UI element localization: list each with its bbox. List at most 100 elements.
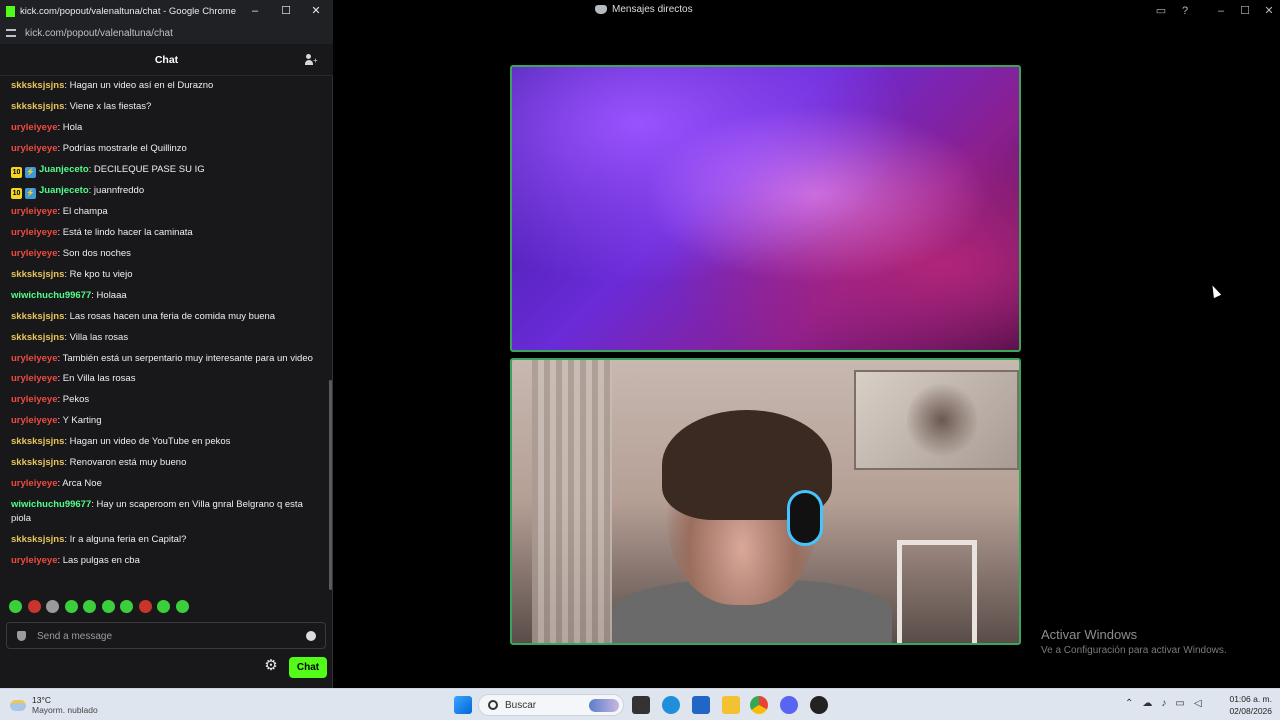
chat-username[interactable]: skksksjsjns	[11, 101, 64, 112]
edge-icon[interactable]	[662, 696, 680, 714]
emoji-icon[interactable]	[306, 631, 316, 641]
chat-message-text: Re kpo tu viejo	[69, 269, 133, 281]
chat-message: uryleiyeye: Las pulgas en cba	[11, 555, 140, 567]
chat-username[interactable]: uryleiyeye	[11, 373, 57, 384]
emote-icon[interactable]	[175, 600, 189, 613]
message-input[interactable]	[37, 628, 297, 645]
send-chat-button[interactable]: Chat	[289, 657, 327, 678]
network-icon[interactable]: ☁	[1142, 698, 1152, 709]
chat-username[interactable]: uryleiyeye	[11, 227, 57, 238]
chat-header: Chat +	[0, 44, 333, 76]
chevron-up-icon[interactable]: ⌃	[1125, 698, 1133, 709]
discord-icon	[595, 5, 607, 14]
kick-logo-icon	[6, 5, 15, 17]
chat-username[interactable]: Juanjeceto	[39, 164, 89, 175]
volume-icon[interactable]: ◁	[1194, 698, 1202, 709]
emote-icon[interactable]	[138, 600, 152, 613]
shield-icon[interactable]	[17, 631, 26, 641]
emote-icon[interactable]	[46, 600, 59, 613]
chat-username[interactable]: uryleiyeye	[11, 415, 57, 426]
chat-message: skksksjsjns: Viene x las fiestas?	[11, 100, 152, 112]
chat-username[interactable]: uryleiyeye	[11, 248, 57, 259]
chat-message: uryleiyeye: Son dos noches	[11, 248, 131, 260]
chair	[897, 540, 977, 643]
url-text[interactable]: kick.com/popout/valenaltuna/chat	[25, 28, 173, 39]
message-input-box[interactable]	[6, 622, 326, 649]
chat-username[interactable]: uryleiyeye	[11, 478, 57, 489]
taskbar-search[interactable]: Buscar	[478, 694, 624, 716]
users-icon[interactable]: +	[305, 54, 318, 66]
maximize-button[interactable]: ☐	[279, 3, 293, 19]
gear-icon[interactable]: ⚙	[264, 658, 278, 673]
maximize-icon[interactable]: ☐	[1238, 4, 1252, 18]
subscriber-badge-icon[interactable]: ⚡	[25, 166, 36, 178]
minimize-button[interactable]: –	[248, 3, 262, 19]
file-explorer-icon[interactable]	[632, 696, 650, 714]
folder-icon[interactable]	[722, 696, 740, 714]
chat-message-text: Las rosas hacen una feria de comida muy …	[69, 310, 276, 322]
chat-username[interactable]: uryleiyeye	[11, 122, 57, 133]
gifter-badge-icon[interactable]: 10	[11, 187, 22, 199]
chat-username[interactable]: skksksjsjns	[11, 269, 64, 280]
site-settings-icon[interactable]	[6, 29, 16, 37]
headset	[787, 490, 823, 546]
chat-message-text: DECILEQUE PASE SU IG	[93, 163, 205, 175]
emote-icon[interactable]	[9, 600, 22, 613]
microphone-icon[interactable]: ♪	[1161, 698, 1166, 709]
display-icon[interactable]: ▭	[1175, 698, 1184, 709]
chrome-icon[interactable]	[750, 696, 768, 714]
chrome-titlebar: kick.com/popout/valenaltuna/chat - Googl…	[0, 0, 333, 22]
chat-username[interactable]: skksksjsjns	[11, 332, 64, 343]
app-icon[interactable]	[810, 696, 828, 714]
emote-icon[interactable]	[120, 600, 133, 613]
chat-username[interactable]: uryleiyeye	[11, 143, 57, 154]
chat-username[interactable]: wiwichuchu99677	[11, 290, 91, 301]
emote-icon[interactable]	[83, 600, 96, 613]
chat-username[interactable]: uryleiyeye	[11, 353, 57, 364]
curtain	[532, 360, 612, 643]
chat-username[interactable]: skksksjsjns	[11, 457, 64, 468]
inbox-icon[interactable]: ▭	[1154, 4, 1168, 18]
chat-username[interactable]: uryleiyeye	[11, 206, 57, 217]
chat-message: skksksjsjns: Las rosas hacen una feria d…	[11, 310, 276, 322]
chat-username[interactable]: Juanjeceto	[39, 185, 89, 196]
close-icon[interactable]: ✕	[1262, 4, 1276, 18]
chat-scrollbar[interactable]	[329, 380, 332, 590]
chat-message: uryleiyeye: Arca Noe	[11, 477, 102, 489]
emote-icon[interactable]	[27, 600, 41, 613]
help-icon[interactable]: ?	[1178, 4, 1192, 18]
emote-bar	[9, 600, 189, 613]
chat-username[interactable]: skksksjsjns	[11, 534, 64, 545]
gifter-badge-icon[interactable]: 10	[11, 166, 22, 178]
chat-message-text: juannfreddo	[93, 184, 145, 196]
video-tile-webcam[interactable]	[510, 358, 1021, 645]
search-label: Buscar	[505, 700, 537, 711]
chat-message-text: Pekos	[62, 394, 90, 406]
chat-message-text: Podrías mostrarle el Quillinzo	[62, 142, 187, 154]
minimize-icon[interactable]: –	[1214, 4, 1228, 18]
chat-username[interactable]: skksksjsjns	[11, 311, 64, 322]
chat-username[interactable]: wiwichuchu99677	[11, 499, 91, 510]
chat-message-text: Son dos noches	[62, 248, 131, 260]
subscriber-badge-icon[interactable]: ⚡	[25, 187, 36, 199]
taskbar-clock[interactable]: 01:06 a. m. 02/08/2026	[1222, 694, 1272, 716]
address-bar[interactable]: kick.com/popout/valenaltuna/chat	[0, 22, 333, 44]
emote-icon[interactable]	[64, 600, 78, 613]
chat-username[interactable]: uryleiyeye	[11, 555, 57, 566]
chat-message: uryleiyeye: Está te lindo hacer la camin…	[11, 227, 193, 239]
emote-icon[interactable]	[157, 600, 170, 613]
weather-widget[interactable]: 13°C Mayorm. nublado	[10, 695, 98, 715]
close-button[interactable]: ✕	[309, 3, 323, 19]
chat-username[interactable]: skksksjsjns	[11, 436, 64, 447]
chat-username[interactable]: skksksjsjns	[11, 80, 64, 91]
windows-start-icon[interactable]	[454, 696, 472, 714]
chat-message-text: Hagan un video de YouTube en pekos	[69, 436, 231, 448]
chat-username[interactable]: uryleiyeye	[11, 394, 57, 405]
chat-message-text: Villa las rosas	[69, 331, 129, 343]
discord-taskbar-icon[interactable]	[780, 696, 798, 714]
emote-icon[interactable]	[101, 600, 115, 613]
chat-message: skksksjsjns: Hagan un video de YouTube e…	[11, 436, 231, 448]
store-icon[interactable]	[692, 696, 710, 714]
weather-temperature: 13°C	[32, 695, 51, 705]
video-tile-stream[interactable]	[510, 65, 1021, 352]
